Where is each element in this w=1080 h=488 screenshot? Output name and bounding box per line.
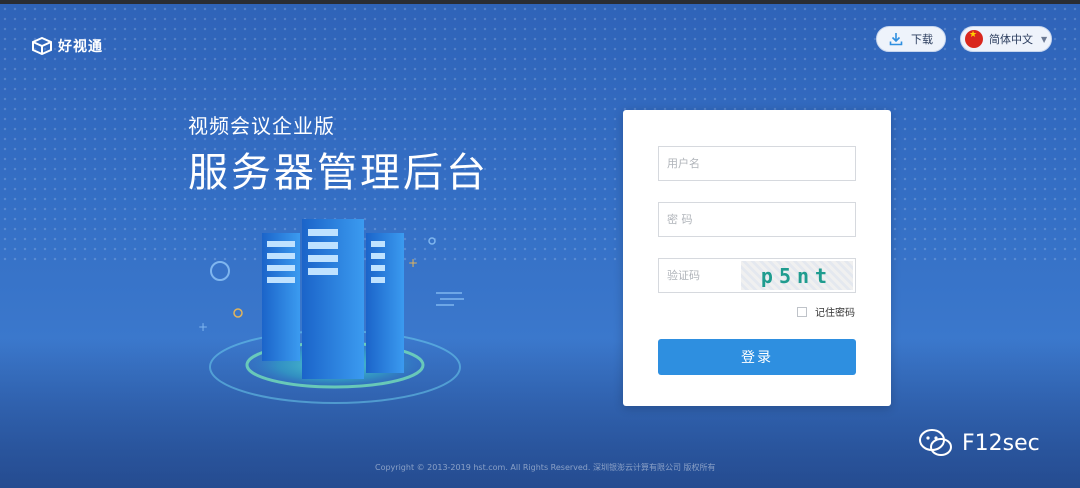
captcha-image[interactable]: p5nt (741, 261, 853, 290)
remember-checkbox[interactable] (797, 306, 807, 317)
server-illustration: + + (198, 219, 464, 404)
download-button[interactable]: 下载 (876, 26, 946, 52)
login-button[interactable]: 登录 (658, 339, 856, 375)
language-label: 简体中文 (989, 33, 1033, 46)
username-input[interactable] (658, 146, 856, 181)
watermark: F12sec (918, 428, 1040, 458)
svg-text:+: + (198, 320, 208, 334)
remember-label: 记住密码 (815, 308, 855, 319)
china-flag-icon (965, 30, 983, 48)
captcha-field: p5nt (658, 258, 856, 293)
language-select[interactable]: 简体中文 ▼ (960, 26, 1052, 52)
captcha-text: p5nt (760, 263, 834, 288)
download-label: 下载 (911, 33, 933, 46)
watermark-text: F12sec (962, 430, 1040, 456)
wechat-icon (919, 429, 952, 456)
copyright-text: Copyright © 2013-2019 hst.com. All Right… (375, 463, 716, 472)
logo-cube-icon (32, 37, 52, 55)
svg-text:+: + (408, 256, 418, 270)
download-icon (889, 33, 903, 46)
remember-password[interactable]: 记住密码 (797, 304, 855, 319)
password-input[interactable] (658, 202, 856, 237)
login-panel: p5nt 记住密码 登录 (623, 110, 891, 406)
hero-subtitle: 视频会议企业版 (188, 114, 335, 138)
chevron-down-icon: ▼ (1041, 34, 1048, 44)
hero-title: 服务器管理后台 (188, 150, 489, 196)
logo[interactable]: 好视通 (32, 36, 103, 56)
logo-text: 好视通 (58, 39, 103, 55)
